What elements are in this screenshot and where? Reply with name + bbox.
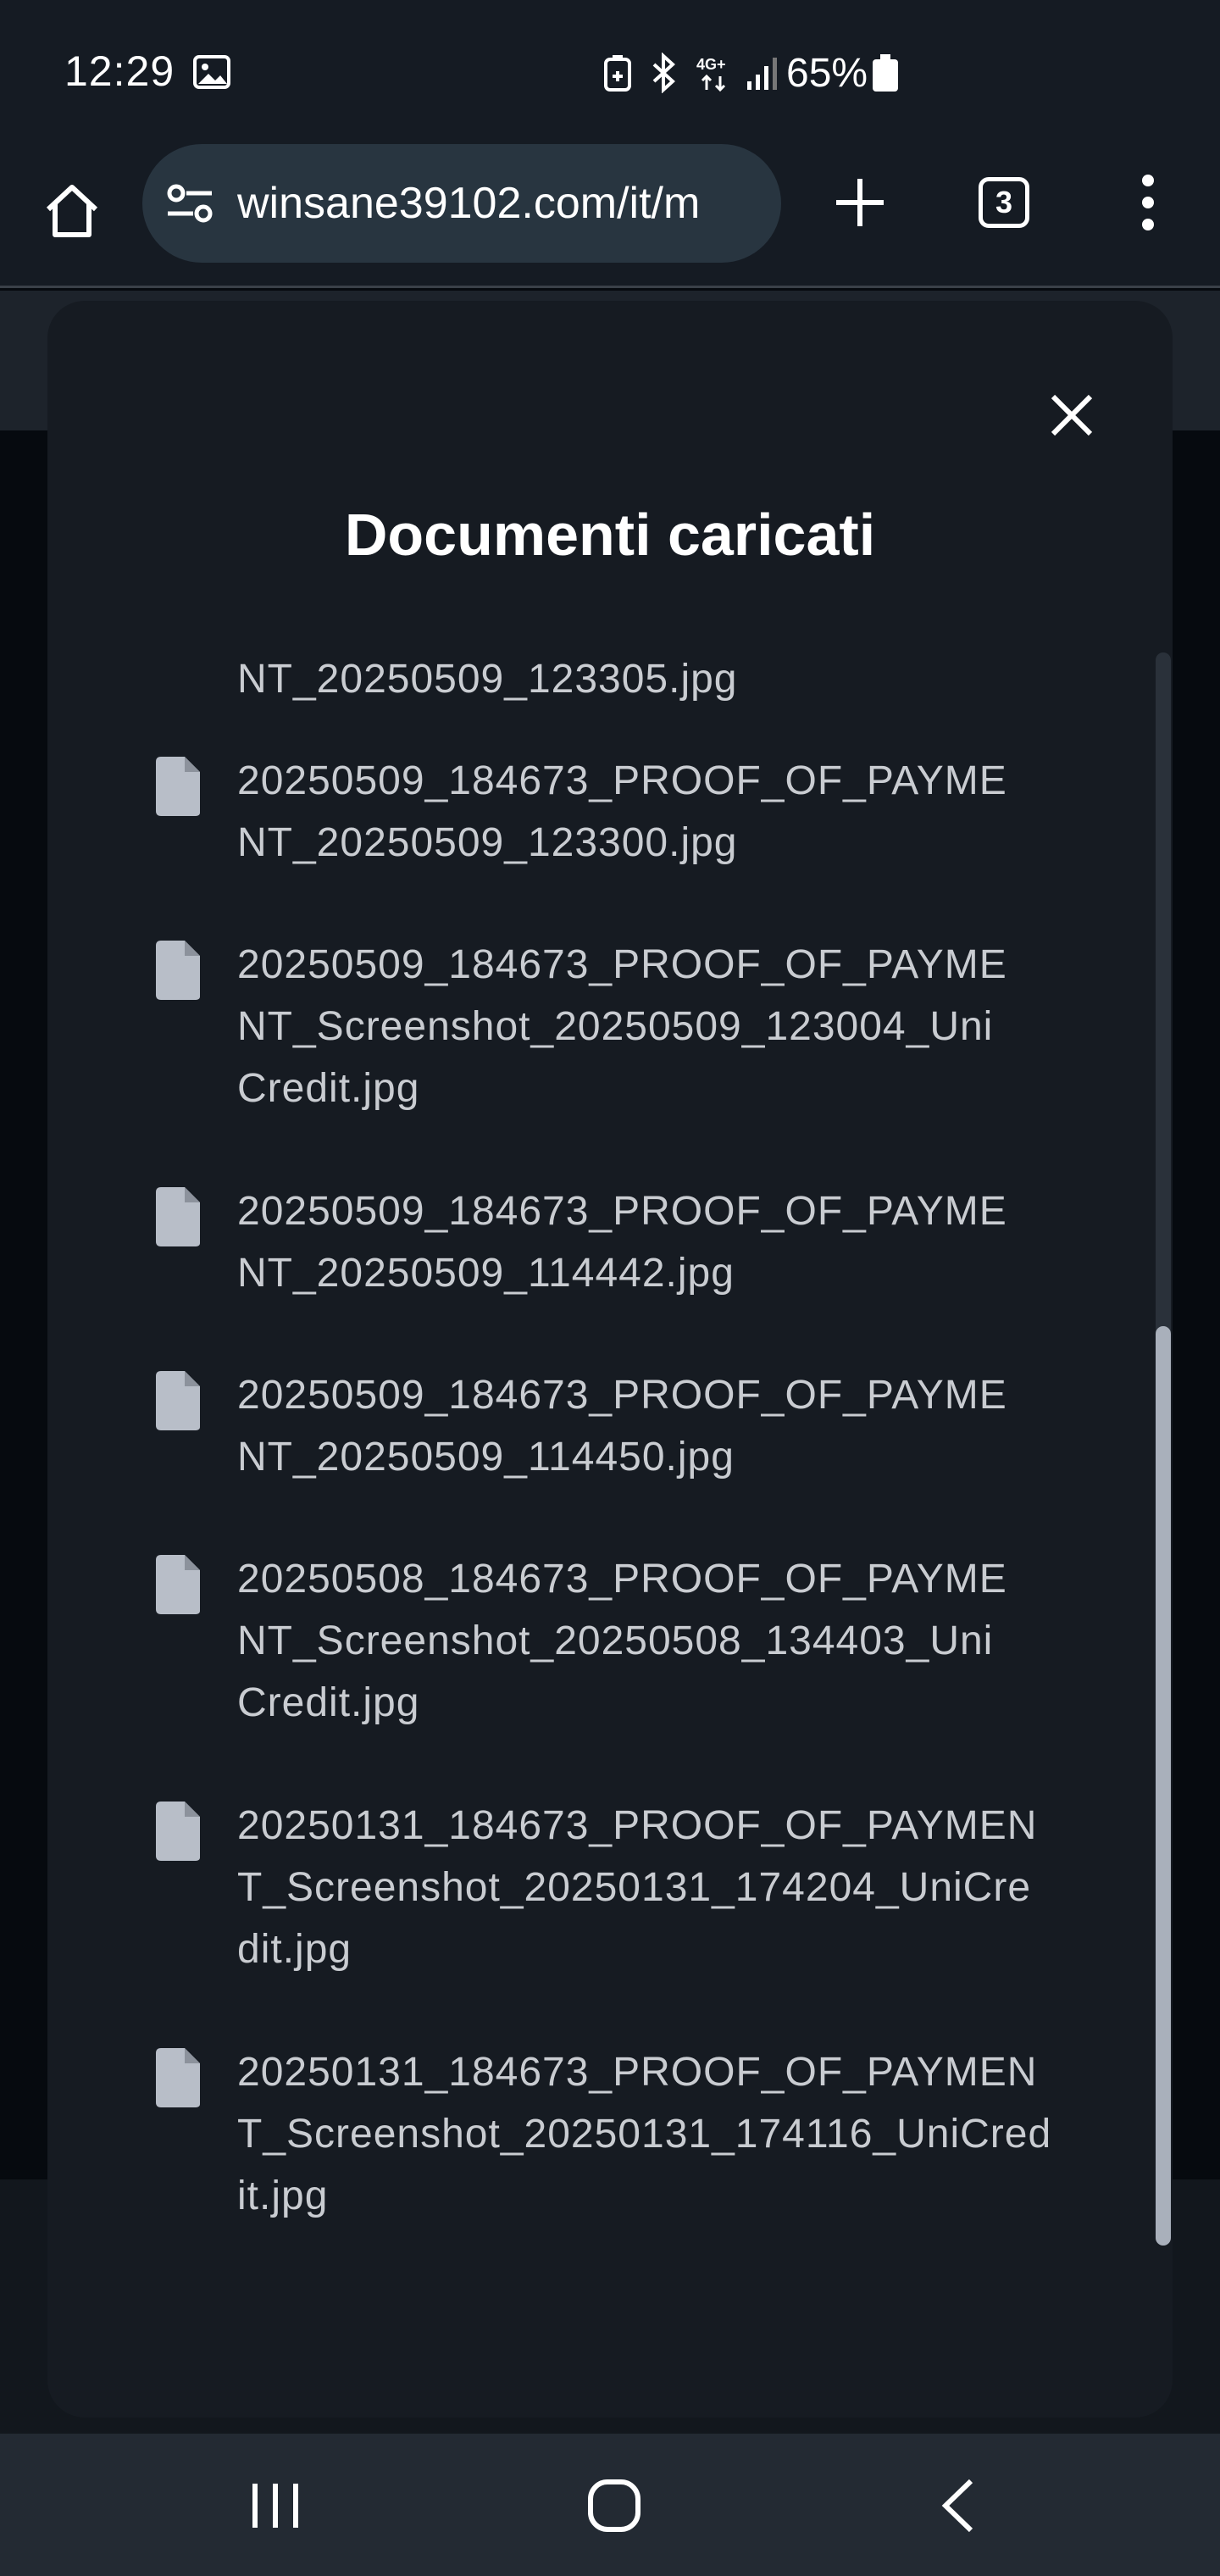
file-icon	[156, 1555, 200, 1614]
recent-apps-button[interactable]	[237, 2468, 313, 2544]
file-icon	[156, 2048, 200, 2107]
nav-home-button[interactable]	[576, 2468, 652, 2544]
url-text[interactable]: winsane39102.com/it/m	[237, 178, 762, 229]
document-name[interactable]: NT_20250509_123305.jpg	[237, 648, 1084, 710]
battery-icon	[873, 54, 899, 92]
more-vert-icon	[1142, 219, 1154, 230]
url-bar[interactable]: winsane39102.com/it/m	[142, 144, 781, 263]
network-4g-icon: 4G+	[696, 56, 726, 92]
file-icon	[156, 1371, 200, 1430]
tab-switcher-icon: 3	[979, 177, 1029, 228]
home-button[interactable]	[34, 173, 110, 249]
document-list[interactable]: NT_20250509_123305.jpg 20250509_184673_P…	[47, 648, 1173, 2385]
more-vert-icon	[1142, 175, 1154, 186]
status-icons: 4G+ 65%	[603, 47, 900, 98]
battery-percent: 65%	[786, 50, 868, 96]
file-icon	[156, 757, 200, 816]
document-name[interactable]: 20250509_184673_PROOF_OF_PAYME NT_202505…	[237, 750, 1084, 874]
file-icon	[156, 1802, 200, 1861]
more-vert-icon	[1142, 197, 1154, 208]
browser-toolbar: winsane39102.com/it/m 3	[0, 144, 1220, 288]
uploaded-documents-modal: Documenti caricati NT_20250509_123305.jp…	[47, 301, 1173, 2418]
back-button[interactable]	[920, 2468, 996, 2544]
status-bar: 12:29 4G+ 65%	[0, 0, 1220, 144]
file-icon	[156, 1187, 200, 1246]
status-time: 12:29	[64, 47, 175, 95]
plus-icon	[836, 179, 884, 226]
close-icon	[1051, 394, 1093, 436]
close-button[interactable]	[1034, 377, 1110, 453]
back-icon	[941, 2479, 973, 2533]
document-name[interactable]: 20250509_184673_PROOF_OF_PAYME NT_202505…	[237, 1364, 1084, 1488]
battery-saver-icon	[604, 55, 631, 92]
system-nav-bar	[0, 2434, 1220, 2576]
nav-home-icon	[588, 2479, 640, 2532]
new-tab-button[interactable]	[822, 164, 898, 241]
signal-icon	[747, 58, 777, 90]
svg-text:4G+: 4G+	[696, 56, 726, 73]
document-name[interactable]: 20250508_184673_PROOF_OF_PAYME NT_Screen…	[237, 1548, 1084, 1734]
scrollbar-thumb[interactable]	[1156, 1326, 1171, 2246]
tune-icon[interactable]	[166, 183, 214, 224]
gallery-icon	[193, 55, 230, 89]
tab-count: 3	[995, 185, 1013, 219]
document-name[interactable]: 20250131_184673_PROOF_OF_PAYMEN T_Screen…	[237, 2041, 1084, 2227]
file-icon	[156, 941, 200, 1000]
modal-title: Documenti caricati	[344, 502, 876, 568]
document-name[interactable]: 20250509_184673_PROOF_OF_PAYME NT_Screen…	[237, 934, 1084, 1119]
home-icon	[46, 185, 98, 237]
recent-apps-icon	[252, 2484, 298, 2528]
tab-switcher-button[interactable]: 3	[966, 164, 1042, 241]
document-name[interactable]: 20250509_184673_PROOF_OF_PAYME NT_202505…	[237, 1180, 1084, 1304]
bluetooth-icon	[652, 53, 675, 93]
document-name[interactable]: 20250131_184673_PROOF_OF_PAYMEN T_Screen…	[237, 1795, 1084, 1980]
more-menu-button[interactable]	[1110, 164, 1186, 241]
